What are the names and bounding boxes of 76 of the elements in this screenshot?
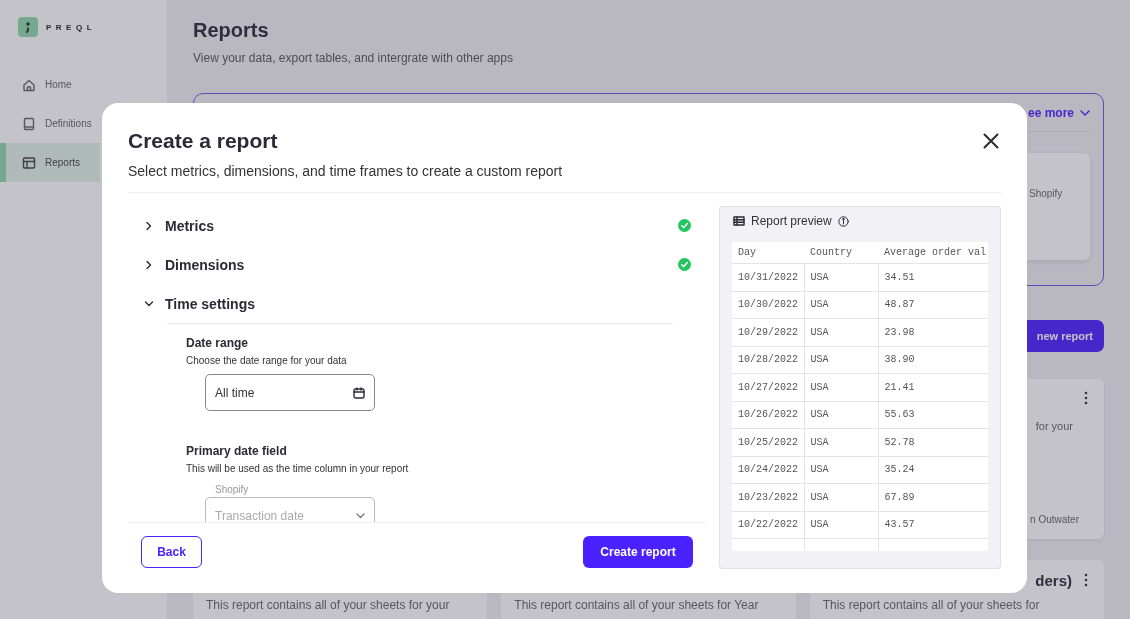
card-author: n Outwater xyxy=(1030,514,1079,525)
table-cell: 10/22/2022 xyxy=(732,511,804,539)
field-caption: Shopify xyxy=(215,484,250,495)
create-report-button[interactable]: Create report xyxy=(583,536,693,568)
table-cell: USA xyxy=(804,318,878,346)
table-cell: 43.57 xyxy=(878,511,988,539)
table-cell: 10/25/2022 xyxy=(732,428,804,456)
column-header: Day xyxy=(732,242,804,264)
table-cell: USA xyxy=(804,291,878,319)
preview-title: Report preview xyxy=(751,214,832,228)
table-cell: 10/27/2022 xyxy=(732,373,804,401)
table-cell: 10/31/2022 xyxy=(732,263,804,291)
table-cell: USA xyxy=(804,373,878,401)
column-header: Country xyxy=(804,242,878,264)
table-cell: 10/28/2022 xyxy=(732,346,804,374)
table-cell: 34.51 xyxy=(878,263,988,291)
page-subtitle: View your data, export tables, and intergrate with other apps xyxy=(193,51,514,65)
table-cell: 38.90 xyxy=(878,346,988,374)
accordion-header[interactable]: Time settings xyxy=(128,284,706,323)
field-label: Primary date field xyxy=(186,444,288,458)
back-button[interactable]: Back xyxy=(141,536,202,568)
calendar-icon xyxy=(353,386,365,399)
logo-icon xyxy=(18,17,38,37)
table-cell: 52.78 xyxy=(878,428,988,456)
accordion-header[interactable]: Metrics xyxy=(128,206,706,245)
field-description: This will be used as the time column in your report xyxy=(186,463,410,474)
modal-title: Create a report xyxy=(128,129,278,153)
table-icon xyxy=(733,216,745,226)
table-cell: USA xyxy=(804,401,878,429)
nav-item[interactable]: Definitions xyxy=(0,104,100,143)
close-icon[interactable] xyxy=(983,133,999,149)
date-range-field[interactable]: All time xyxy=(205,374,375,411)
card-title: ders) xyxy=(1035,571,1072,589)
table-cell: USA xyxy=(804,263,878,291)
card-description: This report contains all of your sheets for Year xyxy=(514,598,760,612)
info-icon[interactable] xyxy=(837,215,849,227)
table-cell: 55.63 xyxy=(878,401,988,429)
table-cell: 48.87 xyxy=(878,291,988,319)
home-icon xyxy=(22,77,36,92)
table-cell: 10/30/2022 xyxy=(732,291,804,319)
table-icon xyxy=(22,155,36,170)
chevron-down-icon xyxy=(144,298,154,309)
table-cell: USA xyxy=(804,456,878,484)
chevron-right-icon xyxy=(144,220,154,231)
nav-item[interactable]: Reports xyxy=(0,143,100,182)
table-cell: 67.89 xyxy=(878,483,988,511)
table-cell: 21.41 xyxy=(878,373,988,401)
book-icon xyxy=(22,116,36,131)
table-cell: 10/23/2022 xyxy=(732,483,804,511)
more-icon[interactable] xyxy=(1084,573,1088,587)
logo-text: PREQL xyxy=(46,22,97,32)
field-label: Date range xyxy=(186,336,250,350)
see-more-link[interactable]: ee more xyxy=(1027,105,1090,120)
card-description: This report contains all of your sheets for xyxy=(822,598,1041,612)
table-cell: 10/26/2022 xyxy=(732,401,804,429)
table-cell: 23.98 xyxy=(878,318,988,346)
modal-subtitle: Select metrics, dimensions, and time frames to create a custom report xyxy=(128,163,1001,193)
table-cell: USA xyxy=(804,483,878,511)
column-header: Average order val xyxy=(878,242,988,264)
chevron-down-icon xyxy=(356,512,365,519)
field-description: Choose the date range for your data xyxy=(186,355,348,366)
table-cell: 10/29/2022 xyxy=(732,318,804,346)
nav-item[interactable]: Home xyxy=(0,65,100,104)
table-cell: 10/24/2022 xyxy=(732,456,804,484)
more-icon[interactable] xyxy=(1084,391,1088,405)
page-title: Reports xyxy=(193,19,270,42)
table-cell: USA xyxy=(804,346,878,374)
table-cell: USA xyxy=(804,511,878,539)
table-cell: 35.24 xyxy=(878,456,988,484)
card-description: for your xyxy=(1035,420,1073,432)
chevron-down-icon xyxy=(1080,109,1090,116)
table-cell: USA xyxy=(804,428,878,456)
chevron-right-icon xyxy=(144,259,154,270)
date-field-dropdown[interactable]: Transaction date xyxy=(205,497,375,522)
card-description: This report contains all of your sheets for your xyxy=(206,598,451,612)
accordion-header[interactable]: Dimensions xyxy=(128,245,706,284)
